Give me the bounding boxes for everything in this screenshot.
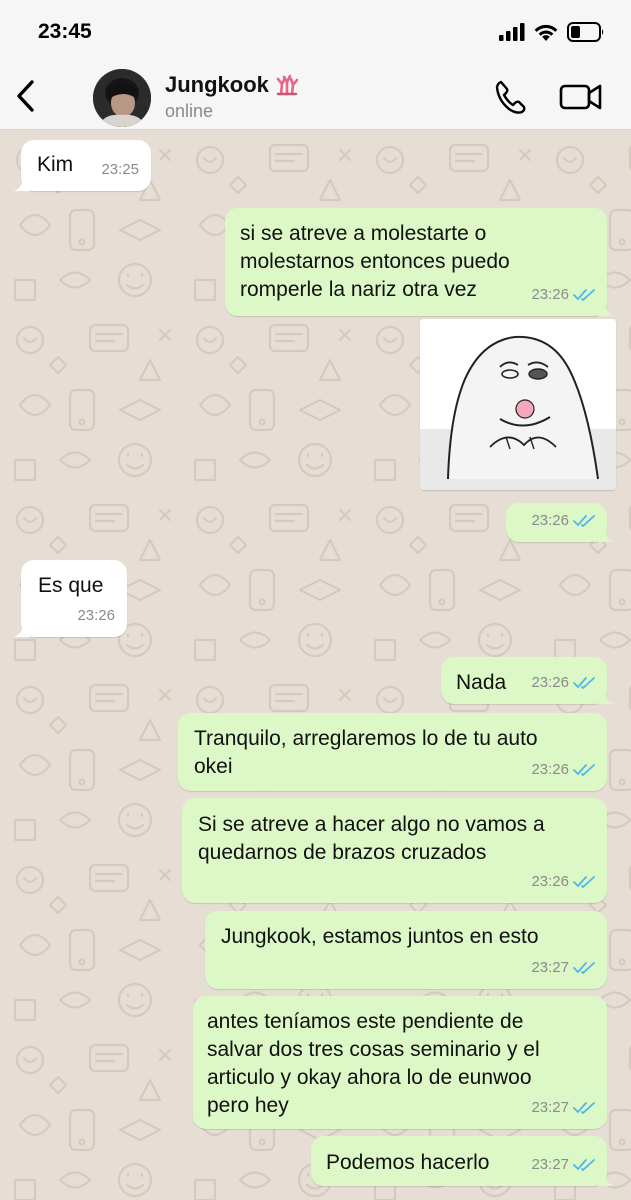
message-meta: 23:27 <box>531 954 595 982</box>
message-time: 23:27 <box>531 1099 569 1116</box>
chat-header: 23:45 Jungkook online <box>0 0 631 130</box>
message-time: 23:26 <box>531 761 569 778</box>
message-time: 23:26 <box>531 512 569 529</box>
outgoing-message-bubble[interactable]: Nada 23:26 <box>441 657 614 704</box>
message-time: 23:27 <box>531 1156 569 1173</box>
double-check-read-icon <box>573 1159 595 1171</box>
double-check-read-icon <box>573 289 595 301</box>
outgoing-message-bubble[interactable]: Tranquilo, arreglaremos lo de tu auto ok… <box>178 713 607 791</box>
message-meta: 23:25 <box>101 156 139 184</box>
bubble-tail <box>598 526 614 542</box>
outgoing-message-bubble[interactable]: si se atreve a molestarte o molestarnos … <box>225 208 614 316</box>
status-time: 23:45 <box>38 20 92 43</box>
chat-area[interactable]: Kim 23:25 si se atreve a molestarte o mo… <box>0 130 631 1200</box>
message-time: 23:26 <box>77 607 115 624</box>
back-button[interactable] <box>10 76 42 116</box>
double-check-read-icon <box>573 764 595 776</box>
outgoing-message-bubble[interactable]: antes teníamos este pendiente de salvar … <box>193 996 607 1129</box>
double-check-read-icon <box>573 1102 595 1114</box>
wifi-icon <box>534 24 558 41</box>
message-time: 23:26 <box>531 674 569 691</box>
message-time: 23:27 <box>531 959 569 976</box>
message-meta: 23:26 <box>531 281 595 309</box>
message-meta: 23:26 <box>531 669 595 697</box>
chevron-left-icon <box>17 80 34 112</box>
video-call-button[interactable] <box>559 80 603 114</box>
message-text: Es que <box>38 574 104 597</box>
message-meta: 23:27 <box>531 1151 595 1179</box>
message-meta: 23:27 <box>531 1094 595 1122</box>
bubble-tail <box>14 621 30 637</box>
incoming-message-bubble[interactable]: Es que 23:26 <box>14 560 127 637</box>
message-meta: 23:26 <box>531 507 595 535</box>
incoming-message-bubble[interactable]: Kim 23:25 <box>14 140 151 191</box>
status-icons <box>499 22 605 42</box>
avatar-photo <box>93 69 151 127</box>
outgoing-message-bubble[interactable]: Podemos hacerlo 23:27 <box>311 1136 614 1186</box>
cellular-signal-icon <box>499 23 525 41</box>
image-message[interactable] <box>420 319 616 490</box>
message-text: Si se atreve a hacer algo no vamos a que… <box>198 813 545 864</box>
contact-name-text: Jungkook <box>165 72 269 97</box>
outgoing-message-bubble[interactable]: 23:26 <box>506 503 614 542</box>
outgoing-message-bubble[interactable]: Si se atreve a hacer algo no vamos a que… <box>182 798 607 903</box>
message-text: Jungkook, estamos juntos en esto <box>221 925 539 948</box>
voice-call-button[interactable] <box>492 78 532 116</box>
battery-icon <box>567 22 604 42</box>
bubble-tail <box>598 300 614 316</box>
message-time: 23:25 <box>101 161 139 178</box>
double-check-read-icon <box>573 962 595 974</box>
message-time: 23:26 <box>531 873 569 890</box>
video-camera-icon <box>559 84 602 110</box>
coral-emoji-icon <box>276 74 299 96</box>
contact-name[interactable]: Jungkook <box>165 72 299 98</box>
contact-avatar[interactable] <box>93 69 151 127</box>
phone-icon <box>495 80 526 114</box>
bubble-tail <box>598 1170 614 1186</box>
message-time: 23:26 <box>531 286 569 303</box>
outgoing-message-bubble[interactable]: Jungkook, estamos juntos en esto 23:27 <box>205 911 607 989</box>
bubble-tail <box>598 688 614 704</box>
bubble-tail <box>14 175 30 191</box>
message-meta: 23:26 <box>531 868 595 896</box>
message-meta: 23:26 <box>77 602 115 630</box>
message-meta: 23:26 <box>531 756 595 784</box>
double-check-read-icon <box>573 515 595 527</box>
double-check-read-icon <box>573 677 595 689</box>
meme-image <box>420 319 616 490</box>
double-check-read-icon <box>573 876 595 888</box>
contact-status: online <box>165 101 214 121</box>
